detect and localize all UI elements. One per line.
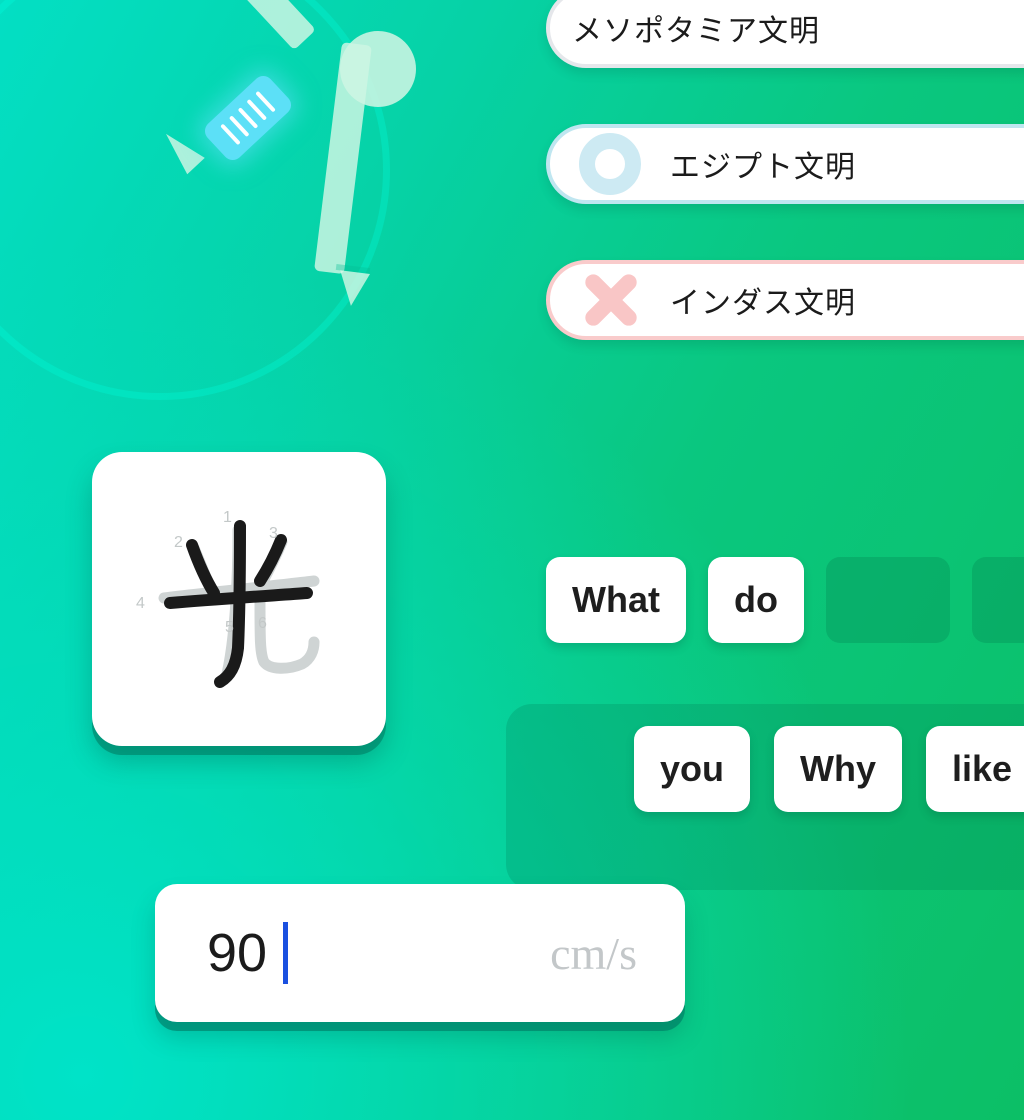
compass-illustration (0, 0, 450, 440)
compass-pivot-icon (340, 31, 416, 107)
stroke-number-6: 6 (258, 615, 267, 632)
numeric-answer-input[interactable]: 90 cm/s (155, 884, 685, 1022)
quiz-option-label: エジプト文明 (670, 150, 856, 185)
word-bank-tile-like[interactable]: like (926, 726, 1024, 812)
stroke-number-4: 4 (136, 595, 145, 612)
answer-slot-empty-3[interactable] (825, 557, 950, 643)
stroke-number-5: 5 (225, 619, 234, 636)
stroke-number-2: 2 (174, 534, 183, 551)
quiz-option-label: メソポタミア文明 (572, 14, 820, 49)
answer-tile-what[interactable]: What (546, 557, 686, 643)
numeric-answer-unit: cm/s (550, 927, 637, 979)
quiz-option-egypt[interactable]: エジプト文明 (546, 124, 1024, 204)
quiz-option-indus[interactable]: インダス文明 (546, 260, 1024, 340)
word-bank-row: you Why like (634, 726, 1024, 812)
answer-tile-do[interactable]: do (707, 557, 804, 643)
stroke-number-1: 1 (223, 509, 232, 526)
selected-ring-icon (550, 133, 670, 195)
numeric-answer-value: 90 (207, 923, 268, 983)
word-bank-tile-why[interactable]: Why (774, 726, 903, 812)
stroke-number-3: 3 (269, 525, 278, 542)
compass-pencil-tip-icon (336, 270, 370, 308)
quiz-option-list: メソポタミア文明 エジプト文明 インダス文明 (546, 0, 1024, 396)
quiz-option-mesopotamia[interactable]: メソポタミア文明 (546, 0, 1024, 68)
word-bank-tile-you[interactable]: you (634, 726, 751, 812)
text-cursor (283, 922, 289, 984)
kanji-stroke-order-card[interactable]: 1 2 3 4 5 6 (92, 452, 386, 746)
app-screen: メソポタミア文明 エジプト文明 インダス文明 1 2 3 4 5 6 What … (0, 0, 1024, 1120)
kanji-stroke-diagram: 1 2 3 4 5 6 (136, 509, 320, 688)
wrong-x-icon (550, 269, 670, 331)
quiz-option-label: インダス文明 (670, 286, 856, 321)
answer-slot-empty-4[interactable] (971, 557, 1024, 643)
sentence-answer-row: What do (546, 557, 1024, 643)
